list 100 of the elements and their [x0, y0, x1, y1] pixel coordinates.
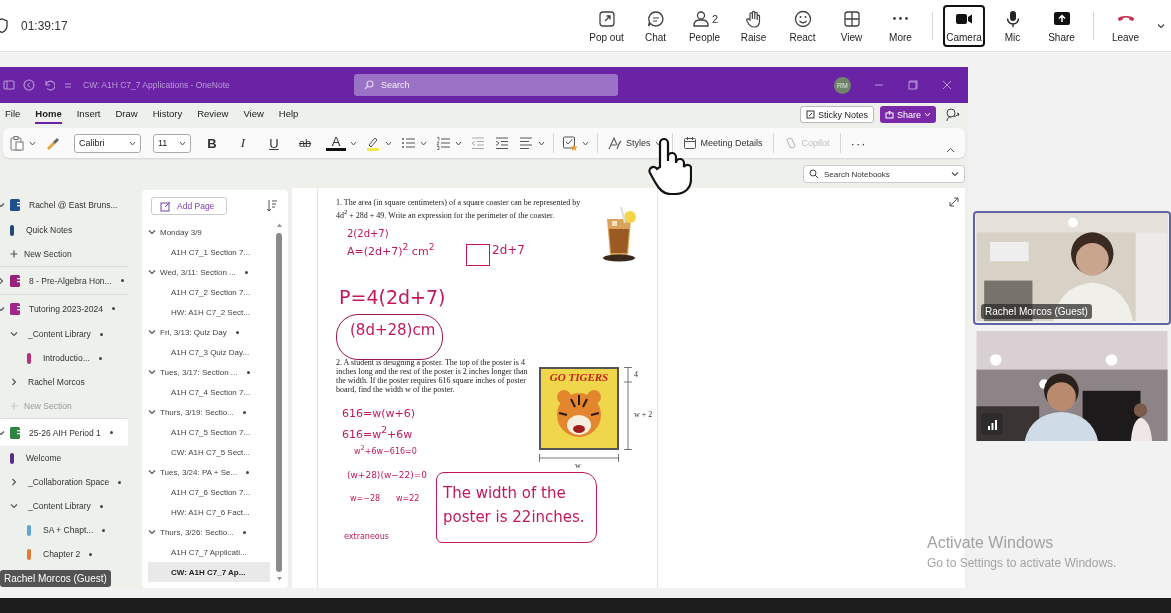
- menu-tab[interactable]: File: [5, 105, 21, 124]
- chevron-down-icon[interactable]: [148, 268, 156, 276]
- notebook-item[interactable]: 25-26 AIH Period 1: [0, 419, 128, 446]
- font-color-button[interactable]: A: [326, 135, 346, 151]
- section-item[interactable]: Chapter 2: [0, 542, 128, 566]
- section-item[interactable]: SA + Chapt...: [0, 518, 128, 542]
- undo-icon[interactable]: [43, 79, 55, 91]
- meeting-control-button[interactable]: Raise: [729, 4, 778, 47]
- page-group-item[interactable]: Thurs, 3/19: Sectio...: [148, 402, 270, 422]
- back-icon[interactable]: [23, 79, 35, 91]
- tag-icon[interactable]: [562, 135, 578, 151]
- chevron-down-icon[interactable]: [0, 304, 5, 313]
- bold-button[interactable]: B: [202, 135, 222, 151]
- caret-icon[interactable]: [420, 139, 427, 147]
- menu-tab[interactable]: View: [243, 105, 264, 124]
- new-section-link[interactable]: New Section: [0, 242, 128, 266]
- page-group-item[interactable]: Monday 3/9: [148, 222, 270, 242]
- section-group-item[interactable]: _Content Library: [0, 322, 128, 346]
- share-button[interactable]: Share: [879, 106, 936, 123]
- meeting-details-button[interactable]: Meeting Details: [680, 136, 765, 150]
- menu-tab[interactable]: Draw: [115, 105, 138, 124]
- page-item[interactable]: A1H C7_7 Applicati...: [148, 542, 270, 562]
- meeting-control-button[interactable]: Chat: [631, 4, 680, 47]
- numbered-list-icon[interactable]: [435, 135, 451, 151]
- page-item[interactable]: HW: A1H C7_6 Fact...: [148, 502, 270, 522]
- chevron-down-icon[interactable]: [0, 200, 5, 209]
- search-field[interactable]: Search: [354, 74, 618, 96]
- notebook-item[interactable]: Rachel @ East Bruns...: [0, 191, 128, 218]
- sticky-notes-button[interactable]: Sticky Notes: [799, 106, 874, 123]
- chevron-down-icon[interactable]: [148, 328, 156, 336]
- page-item[interactable]: A1H C7_2 Section 7...: [148, 282, 270, 302]
- page-item[interactable]: A1H C7_1 Section 7...: [148, 242, 270, 262]
- page-group-item[interactable]: Thurs, 3/26: Sectio...: [148, 522, 270, 542]
- bullet-list-icon[interactable]: [400, 135, 416, 151]
- page-item[interactable]: CW: A1H C7_7 Ap...: [148, 562, 270, 582]
- align-icon[interactable]: [518, 135, 534, 151]
- scroll-down-icon[interactable]: [275, 576, 283, 582]
- sort-icon[interactable]: [266, 199, 278, 213]
- chevron-down-icon[interactable]: [0, 428, 5, 437]
- notebook-item[interactable]: Tutoring 2023-2024: [0, 295, 128, 322]
- page-group-item[interactable]: Tues, 3/24: PA + Se...: [148, 462, 270, 482]
- menu-tab[interactable]: Review: [197, 105, 229, 124]
- meeting-control-button[interactable]: Share: [1037, 4, 1086, 47]
- section-group-item[interactable]: _Collaboration Space: [0, 470, 128, 494]
- meeting-control-button[interactable]: View: [827, 4, 876, 47]
- meeting-control-button[interactable]: React: [778, 4, 827, 47]
- restore-icon[interactable]: [907, 79, 919, 91]
- chevron-down-icon[interactable]: [148, 528, 156, 536]
- page-group-item[interactable]: Tues, 3/17: Section ...: [148, 362, 270, 382]
- page-item[interactable]: CW: A1H C7_5 Sect...: [148, 442, 270, 462]
- page-item[interactable]: HW: A1H C7_2 Sect...: [148, 302, 270, 322]
- indent-icon[interactable]: [494, 135, 510, 151]
- page-item[interactable]: A1H C7_6 Section 7...: [148, 482, 270, 502]
- chevron-down-icon[interactable]: [951, 170, 959, 178]
- meeting-control-button[interactable]: 2 People: [680, 4, 729, 47]
- section-group-item[interactable]: Rachel Morcos: [0, 370, 128, 394]
- expand-icon[interactable]: [949, 197, 959, 207]
- caret-icon[interactable]: [582, 139, 589, 147]
- chevron-down-icon[interactable]: [148, 368, 156, 376]
- add-page-button[interactable]: Add Page: [151, 197, 227, 215]
- menu-tab[interactable]: Help: [278, 105, 299, 124]
- page-item[interactable]: A1H C7_5 Section 7...: [148, 422, 270, 442]
- caret-icon[interactable]: [29, 139, 36, 147]
- meeting-control-button[interactable]: Mic: [988, 4, 1037, 47]
- section-group-item[interactable]: _Content Library: [0, 494, 128, 518]
- close-icon[interactable]: [941, 79, 953, 91]
- notebook-item[interactable]: 8 - Pre-Algebra Hon...: [0, 267, 128, 294]
- scroll-up-icon[interactable]: [275, 222, 283, 228]
- chevron-down-icon[interactable]: [148, 408, 156, 416]
- font-size-dropdown[interactable]: 11: [153, 133, 191, 153]
- meeting-control-button[interactable]: Pop out: [582, 4, 631, 47]
- meeting-control-button[interactable]: Camera: [943, 4, 985, 47]
- page-group-item[interactable]: Wed, 3/11: Section ...: [148, 262, 270, 282]
- more-options-button[interactable]: ···: [848, 135, 869, 151]
- section-item[interactable]: Introductio...: [0, 346, 128, 370]
- caret-icon[interactable]: [350, 139, 357, 147]
- scroll-thumb[interactable]: [276, 233, 282, 572]
- highlighter-icon[interactable]: [365, 135, 381, 151]
- video-tile[interactable]: Rachel Morcos (Guest): [973, 211, 1171, 325]
- caret-icon[interactable]: [455, 139, 462, 147]
- search-notebooks-field[interactable]: Search Notebooks: [803, 165, 965, 183]
- menu-tab[interactable]: Home: [35, 105, 62, 124]
- chevron-down-icon[interactable]: [10, 502, 18, 510]
- font-dropdown[interactable]: Calibri: [74, 133, 141, 153]
- chevron-right-icon[interactable]: [0, 276, 5, 285]
- menu-tab[interactable]: History: [152, 105, 183, 124]
- italic-button[interactable]: I: [233, 135, 253, 151]
- page-group-item[interactable]: Fri, 3/13: Quiz Day: [148, 322, 270, 342]
- chevron-down-icon[interactable]: [148, 468, 156, 476]
- page-item[interactable]: A1H C7_4 Section 7...: [148, 382, 270, 402]
- section-item[interactable]: Quick Notes: [0, 218, 128, 242]
- menu-tab[interactable]: Insert: [76, 105, 101, 124]
- feedback-icon[interactable]: [946, 107, 960, 122]
- chevron-right-icon[interactable]: [10, 478, 18, 486]
- chevron-down-icon[interactable]: [148, 228, 156, 236]
- strikethrough-button[interactable]: ab: [295, 137, 315, 149]
- chevron-down-icon[interactable]: [10, 330, 18, 338]
- section-item[interactable]: Welcome: [0, 446, 128, 470]
- collapse-icon[interactable]: [946, 146, 955, 155]
- caret-icon[interactable]: [385, 139, 392, 147]
